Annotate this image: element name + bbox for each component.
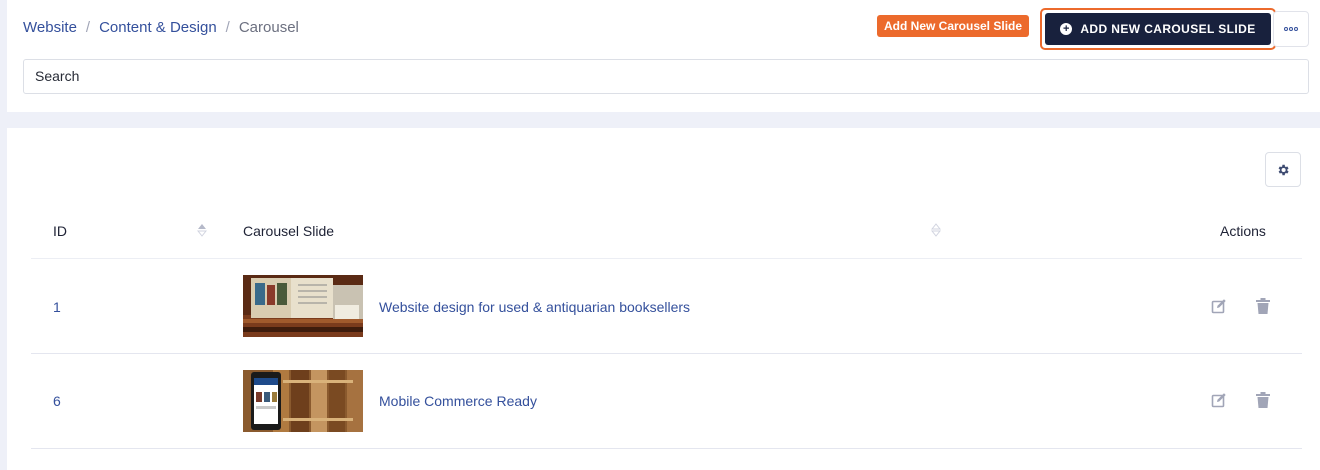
header-card: Website / Content & Design / Carousel Ad… [7,0,1320,112]
slide-title-link[interactable]: Mobile Commerce Ready [379,392,537,410]
ellipsis-icon [1284,27,1298,31]
plus-circle-icon: + [1060,23,1073,35]
table-settings-button[interactable] [1265,152,1301,187]
table-header-divider [31,258,1302,259]
slide-thumbnail [243,275,363,337]
trash-icon[interactable] [1256,392,1270,408]
breadcrumb-separator: / [225,19,230,36]
edit-icon[interactable] [1211,392,1227,408]
add-button-label: ADD NEW CAROUSEL SLIDE [1080,22,1256,36]
column-header-id[interactable]: ID [53,222,67,240]
row-divider [31,353,1302,354]
add-button-highlight: + ADD NEW CAROUSEL SLIDE [1040,8,1276,50]
trash-icon[interactable] [1256,298,1270,314]
sort-icon[interactable] [931,220,941,240]
breadcrumb: Website / Content & Design / Carousel [23,18,299,38]
row-divider [31,448,1302,449]
row-id: 6 [53,393,61,409]
mobile-phone-books-image [243,370,363,432]
breadcrumb-website[interactable]: Website [23,18,77,38]
sort-icon[interactable] [197,220,207,240]
add-slide-tooltip: Add New Carousel Slide [877,15,1030,37]
breadcrumb-separator: / [85,19,91,36]
gear-icon [1278,164,1289,175]
breadcrumb-content-design[interactable]: Content & Design [99,18,217,38]
more-options-button[interactable] [1273,11,1309,47]
table-card: ID Carousel Slide Actions 1 Website desi… [7,128,1320,470]
antique-books-image [243,275,363,337]
search-input[interactable]: Search [23,59,1309,94]
breadcrumb-current: Carousel [238,19,299,36]
row-id: 1 [53,299,61,315]
edit-icon[interactable] [1211,298,1227,314]
slide-thumbnail [243,370,363,432]
column-header-actions: Actions [1220,223,1266,239]
column-header-carousel-slide[interactable]: Carousel Slide [243,222,334,240]
slide-thumbnail [243,464,363,470]
add-new-carousel-slide-button[interactable]: + ADD NEW CAROUSEL SLIDE [1045,13,1271,45]
slide-title-link[interactable]: Website design for used & antiquarian bo… [379,298,690,316]
